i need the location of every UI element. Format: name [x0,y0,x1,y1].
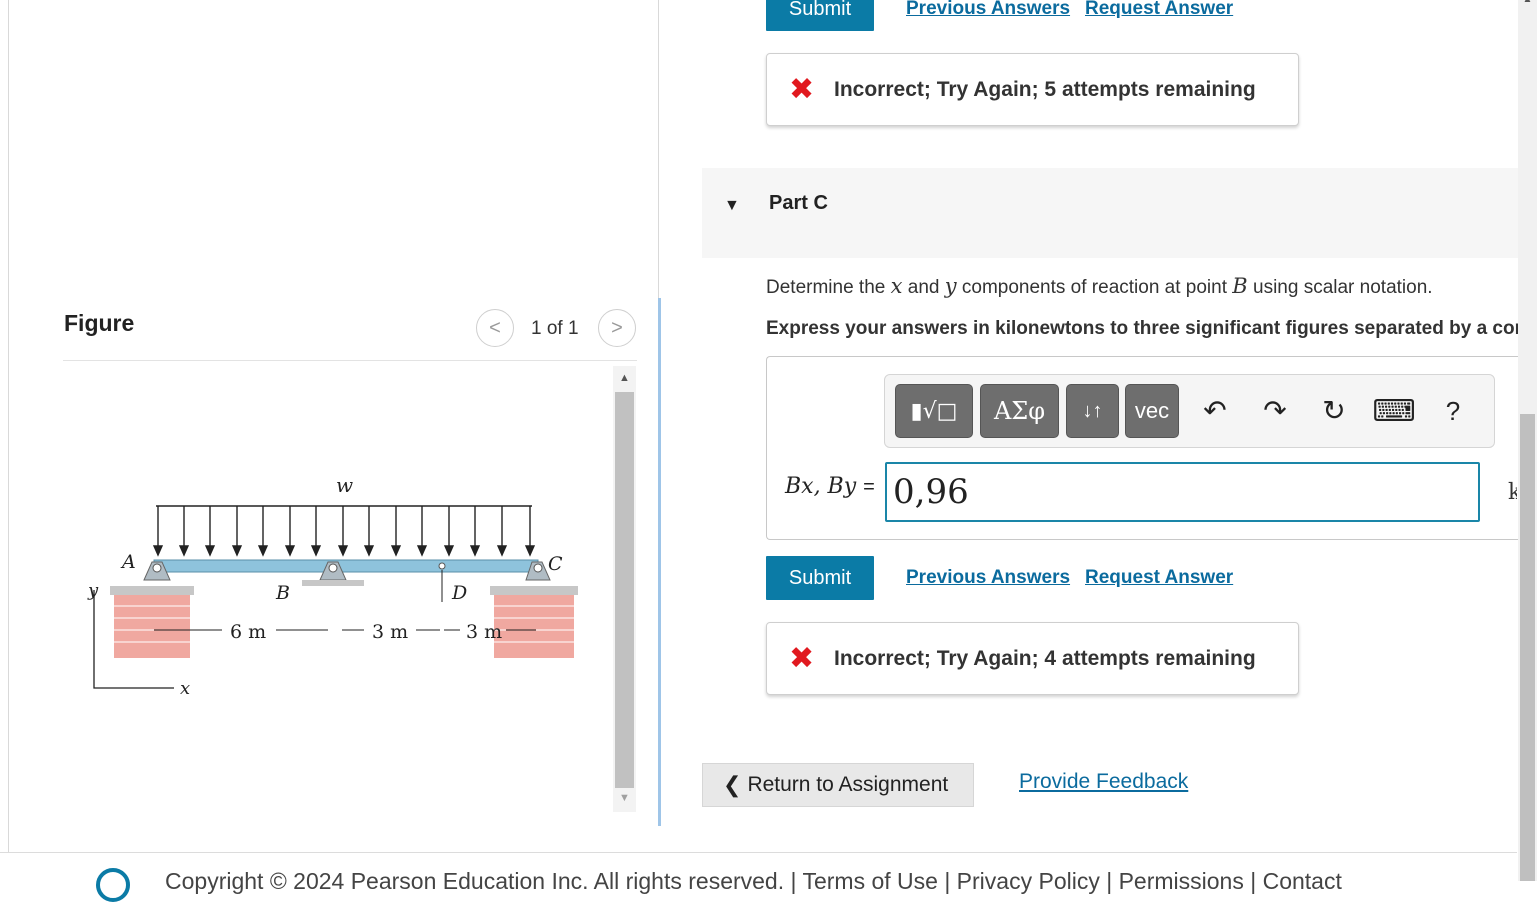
answer-input[interactable] [885,462,1480,522]
reset-icon[interactable]: ↻ [1317,394,1351,427]
label-b: B [275,582,290,604]
label-w: w [336,473,353,497]
label-x-axis: x [180,678,190,699]
previous-answers-link-part-c[interactable]: Previous Answers [906,567,1070,589]
caret-down-icon[interactable]: ▼ [724,197,740,215]
chevron-left-icon: < [489,316,501,339]
templates-button[interactable]: ▮√□ [895,384,973,438]
keyboard-icon[interactable]: ⌨ [1372,394,1416,429]
vector-button[interactable]: vec [1125,384,1179,438]
answer-label: Bx, By = [785,474,875,499]
incorrect-x-icon: ✖ [789,642,815,675]
incorrect-x-icon: ✖ [789,73,815,106]
dimension-6m: 6 m [230,621,266,643]
question-text: Determine the x and y components of reac… [766,274,1433,298]
footer-divider [0,852,1517,853]
footer-text: Copyright © 2024 Pearson Education Inc. … [165,868,1342,894]
scroll-up-arrow-icon[interactable]: ▲ [615,368,634,388]
greek-symbols-button[interactable]: ΑΣφ [980,384,1059,438]
label-y-axis: y [87,580,99,601]
redo-icon[interactable]: ↷ [1258,394,1292,427]
next-figure-button[interactable]: > [598,309,636,347]
panel-divider-highlight [658,298,661,826]
submit-button-part-b[interactable]: Submit [766,0,874,31]
feedback-box-part-c: ✖ Incorrect; Try Again; 4 attempts remai… [766,622,1299,695]
figure-counter: 1 of 1 [531,318,579,339]
panel-border [8,0,9,852]
unit-label: k [1508,480,1517,505]
undo-icon[interactable]: ↶ [1198,394,1232,427]
chevron-right-icon: > [611,316,623,339]
chevron-left-icon: ❮ [723,772,742,797]
figure-title: Figure [64,310,135,336]
return-to-assignment-button[interactable]: ❮ Return to Assignment [702,763,974,807]
page-scroll-up-icon[interactable]: ▲ [1518,0,1537,5]
feedback-message: Incorrect; Try Again; 4 attempts remaini… [834,646,1256,670]
label-c: C [548,553,563,575]
help-button[interactable]: ? [1438,396,1468,427]
part-c-title[interactable]: Part C [769,192,828,215]
previous-figure-button[interactable]: < [476,309,514,347]
subscript-superscript-button[interactable]: ↓↑ [1066,384,1119,438]
feedback-box-part-b: ✖ Incorrect; Try Again; 5 attempts remai… [766,53,1299,126]
figure-divider [63,360,637,361]
figure-scrollbar-thumb[interactable] [615,392,634,788]
pearson-logo-icon [96,868,130,902]
dimension-3m-left: 3 m [372,621,408,643]
feedback-message: Incorrect; Try Again; 5 attempts remaini… [834,77,1256,101]
provide-feedback-link[interactable]: Provide Feedback [1019,770,1188,794]
label-a: A [120,551,136,573]
previous-answers-link-part-b[interactable]: Previous Answers [906,0,1070,20]
instruction-text: Express your answers in kilonewtons to t… [766,318,1518,339]
return-label: Return to Assignment [747,773,949,796]
scroll-down-arrow-icon[interactable]: ▼ [615,788,634,808]
dimension-3m-right: 3 m [466,621,502,643]
page-scrollbar-thumb[interactable] [1520,414,1535,881]
request-answer-link-part-c[interactable]: Request Answer [1085,567,1233,589]
label-d: D [451,582,467,604]
submit-button-part-c[interactable]: Submit [766,556,874,600]
beam-diagram: w A B C D y x 6 m 3 m 3 m [87,473,578,699]
request-answer-link-part-b[interactable]: Request Answer [1085,0,1233,20]
